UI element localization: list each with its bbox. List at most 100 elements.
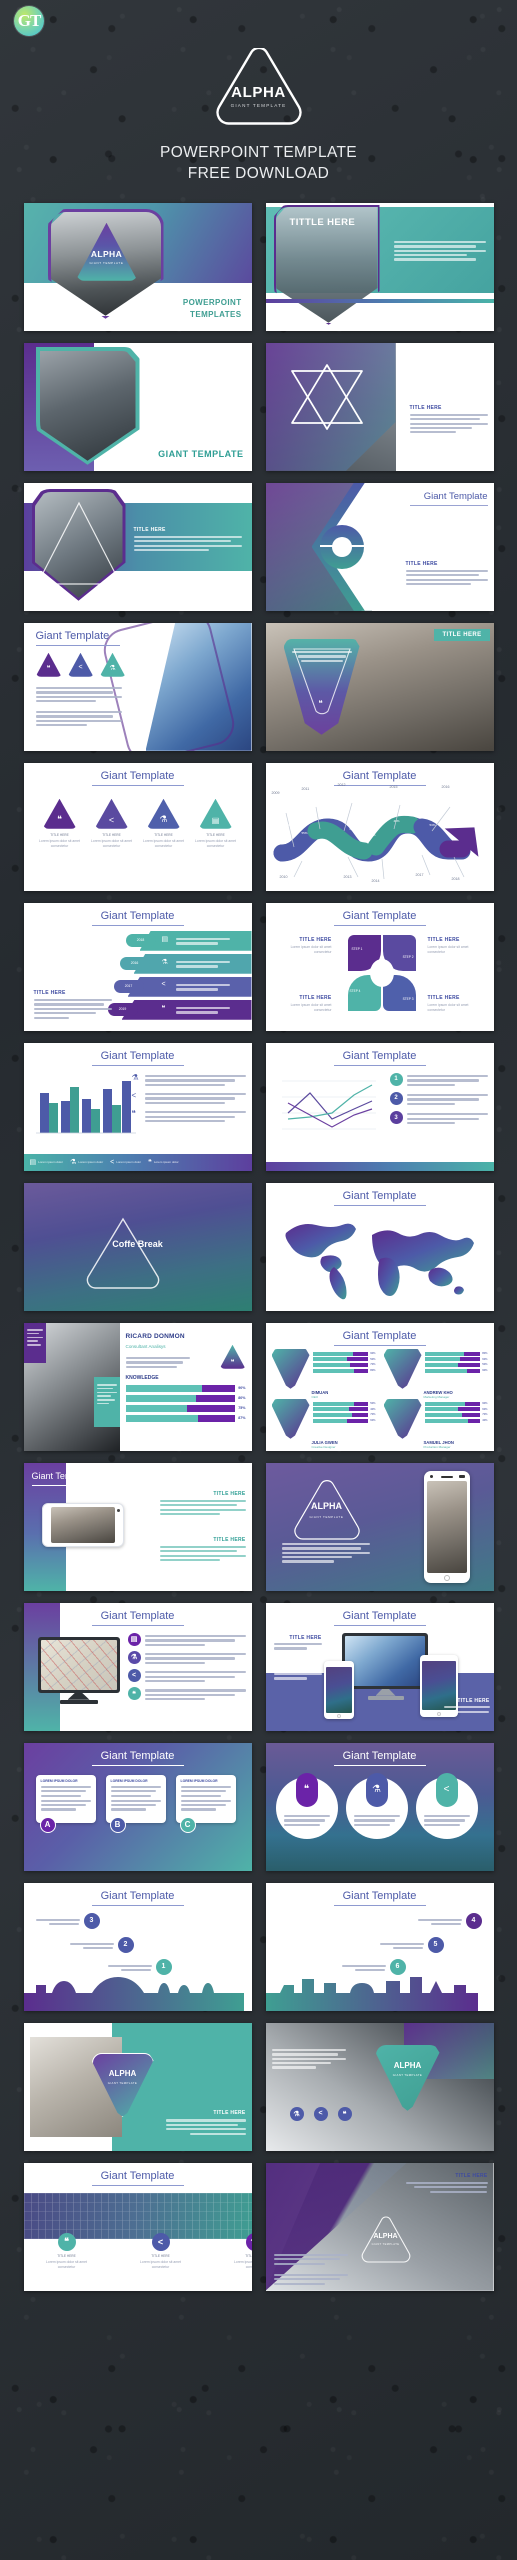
slide-thumbnail[interactable]: Giant Template 90% 50% 70% 80% DIMUAN CE… bbox=[265, 1322, 494, 1451]
slide-thumbnail[interactable]: TITLE HERE bbox=[265, 342, 494, 471]
step-item: 4 bbox=[417, 1912, 482, 1929]
phone-mockup bbox=[323, 1660, 354, 1719]
slide-header: Giant Template bbox=[342, 1189, 417, 1202]
slide-header: Giant Template bbox=[342, 1329, 417, 1342]
year-chip: 2017 bbox=[113, 979, 144, 993]
slide-header: Giant Template bbox=[342, 769, 417, 782]
slide-thumbnail[interactable]: Giant Template TITLE HERE bbox=[265, 482, 494, 611]
skill-row: 80% bbox=[125, 1394, 246, 1402]
slide-logo-title: ALPHA bbox=[108, 2068, 137, 2078]
star-outline-icon bbox=[290, 363, 363, 430]
circle-item: < bbox=[415, 1772, 478, 1839]
slide-thumbnail[interactable]: Giant Template STEP 1 STEP 2 STEP 3 STEP… bbox=[265, 902, 494, 1031]
slide-thumbnail[interactable]: ALPHA GIANT TEMPLATE TITLE HERE bbox=[23, 2022, 252, 2151]
skill-row: 87% bbox=[125, 1414, 246, 1422]
skill-percent: 90% bbox=[238, 1386, 246, 1391]
slide-title: TITTLE HERE bbox=[289, 216, 356, 228]
quote-icon[interactable]: ❝ bbox=[337, 2106, 352, 2121]
year-chip: 2019 bbox=[107, 1002, 138, 1016]
feature-text: Lorem ipsum dolor sit amet consectetur bbox=[39, 838, 80, 848]
slide-thumbnail[interactable]: Giant Template TITLE HERE TITLE HERE bbox=[265, 1602, 494, 1731]
slide-thumbnail[interactable]: Giant Template ❝ TITLE HERE Lorem ipsum … bbox=[23, 2162, 252, 2291]
quote-icon: ❝ bbox=[35, 652, 62, 677]
corner-text: Lorem ipsum dolor sit amet consectetur bbox=[290, 944, 332, 954]
slide-thumbnail[interactable]: TITTLE HERE bbox=[265, 202, 494, 331]
slide-thumbnail-grid: ALPHA GIANT TEMPLATE POWERPOINT TEMPLATE… bbox=[23, 202, 494, 2291]
timeline-year: 2015 bbox=[389, 784, 398, 789]
slide-thumbnail[interactable]: Giant Template ❝ ⚗ < bbox=[265, 1742, 494, 1871]
timeline-percent: 63% bbox=[349, 826, 356, 831]
skill-percent: 70% bbox=[370, 1363, 376, 1367]
triangle-outline-icon bbox=[40, 501, 117, 585]
slide-thumbnail[interactable]: Giant Template 2009 2011 2012 2015 2016 … bbox=[265, 762, 494, 891]
slide-thumbnail[interactable]: Giant Template ❝ < ⚗ bbox=[23, 622, 252, 751]
slide-thumbnail[interactable]: Giant Template 3 2 1 bbox=[23, 1882, 252, 2011]
slide-thumbnail[interactable]: Giant Template ⚗ < ❝ ▤ Lorem ipsum dolor… bbox=[23, 1042, 252, 1171]
feature-item: ❝ TITLE HERE Lorem ipsum dolor sit amet … bbox=[38, 798, 82, 849]
skill-row: 75% bbox=[125, 1404, 246, 1412]
feature-label: TITLE HERE bbox=[102, 832, 121, 837]
phone-mockup bbox=[41, 1502, 124, 1547]
skill-row: 90% bbox=[125, 1384, 246, 1392]
slide-thumbnail[interactable]: TITLE HERE ALPHA GIANT TEMPLATE bbox=[265, 2162, 494, 2291]
share-icon: < bbox=[67, 652, 94, 677]
slide-thumbnail[interactable]: ALPHA GIANT TEMPLATE bbox=[265, 1462, 494, 1591]
skill-percent: 87% bbox=[238, 1416, 246, 1421]
step-item: 3 bbox=[35, 1912, 100, 1929]
slide-footer-band bbox=[265, 1161, 494, 1171]
feature-item: < bbox=[127, 1669, 246, 1683]
flask-icon: ⚗ bbox=[365, 1772, 388, 1807]
gt-logo-badge[interactable]: GT bbox=[14, 6, 44, 36]
avatar bbox=[383, 1398, 422, 1439]
slide-header: Giant Template bbox=[100, 1049, 175, 1062]
slide-logo-title: ALPHA bbox=[311, 1500, 342, 1511]
team-member: 80% 60% 50% 90% ANDREW KHO Marketing Man… bbox=[383, 1348, 488, 1399]
timeline-year: 2017 bbox=[415, 872, 424, 877]
feature-title: TITLE HERE bbox=[57, 2253, 76, 2258]
slide-thumbnail[interactable]: RICARD DONMON Consultant Analisys ❝ KNOW… bbox=[23, 1322, 252, 1451]
team-member: 90% 60% 70% 40% SAMUEL JHON Production M… bbox=[383, 1398, 488, 1449]
circle-item: ❝ bbox=[275, 1772, 338, 1839]
list-item: 1 bbox=[389, 1072, 488, 1086]
timeline-percent: 78% bbox=[321, 812, 328, 817]
calendar-icon: ▤ bbox=[29, 1159, 37, 1167]
slide-header: Giant Template bbox=[342, 1749, 417, 1762]
slide-header: Giant Template bbox=[100, 769, 175, 782]
skill-percent: 50% bbox=[482, 1363, 488, 1367]
slide-thumbnail[interactable]: TITLE HERE ❝ bbox=[265, 622, 494, 751]
flask-icon[interactable]: ⚗ bbox=[289, 2106, 304, 2121]
avatar bbox=[271, 1398, 310, 1439]
timeline-percent: 71% bbox=[283, 822, 290, 827]
slide-thumbnail[interactable]: Coffe Break bbox=[23, 1182, 252, 1311]
slide-thumbnail[interactable]: Giant Template LOREM IPSUM DOLOR A LOREM… bbox=[23, 1742, 252, 1871]
slide-logo-subtitle: GIANT TEMPLATE bbox=[371, 2242, 400, 2246]
share-icon[interactable]: < bbox=[313, 2106, 328, 2121]
skill-percent: 60% bbox=[482, 1357, 488, 1361]
share-icon: < bbox=[110, 1158, 115, 1166]
card-letter: A bbox=[39, 1816, 56, 1833]
quote-icon: ❝ bbox=[42, 798, 77, 829]
slide-thumbnail[interactable]: Giant Template ❝ TITLE HERE Lorem ipsum … bbox=[23, 762, 252, 891]
slide-header: Giant Template bbox=[100, 1889, 175, 1902]
quote-icon: ❝ bbox=[57, 2232, 76, 2251]
slide-thumbnail[interactable]: ALPHA GIANT TEMPLATE POWERPOINT TEMPLATE… bbox=[23, 202, 252, 331]
slide-thumbnail[interactable]: Giant Template 1 2 3 bbox=[265, 1042, 494, 1171]
slide-thumbnail[interactable]: ALPHA GIANT TEMPLATE ⚗ < ❝ bbox=[265, 2022, 494, 2151]
hero-section: ALPHA GIANT TEMPLATE POWERPOINT TEMPLATE… bbox=[0, 0, 517, 185]
slide-thumbnail[interactable]: Giant Template TITLE HERE TITLE HERE bbox=[23, 1462, 252, 1591]
flask-icon: ⚗ bbox=[161, 958, 168, 966]
slide-thumbnail[interactable]: Giant Template bbox=[265, 1182, 494, 1311]
skill-percent: 75% bbox=[238, 1406, 246, 1411]
feature-title: TITLE HERE bbox=[151, 2253, 170, 2258]
quote-icon: ❝ bbox=[318, 699, 323, 709]
feature-item: ❝ TITLE HERE Lorem ipsum dolor sit amet … bbox=[44, 2232, 90, 2270]
card-letter: B bbox=[109, 1816, 126, 1833]
timeline-percent: 55% bbox=[301, 830, 308, 835]
slide-thumbnail[interactable]: Giant Template 4 5 6 bbox=[265, 1882, 494, 2011]
slide-thumbnail[interactable]: Giant Template ▤ ⚗ < ❝ bbox=[23, 1602, 252, 1731]
alpha-triangle-logo: ALPHA GIANT TEMPLATE bbox=[211, 48, 307, 126]
slide-thumbnail[interactable]: GIANT TEMPLATE bbox=[23, 342, 252, 471]
slide-thumbnail[interactable]: Giant Template 2018 ▤ 2016 ⚗ 2017 < 2019… bbox=[23, 902, 252, 1031]
slide-thumbnail[interactable]: TITLE HERE bbox=[23, 482, 252, 611]
timeline-year: 2016 bbox=[441, 784, 450, 789]
